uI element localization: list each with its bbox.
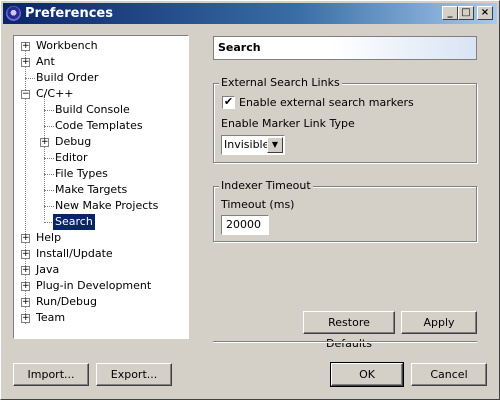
- tree-item-label: Help: [36, 231, 62, 244]
- tree-item-label: Java: [36, 263, 60, 276]
- tree-item-label: Editor: [55, 151, 88, 164]
- close-button[interactable]: ×: [477, 6, 493, 20]
- tree-item-label: Build Order: [36, 71, 99, 84]
- tree-item-label: Search: [53, 214, 95, 230]
- marker-link-type-label: Enable Marker Link Type: [221, 117, 355, 130]
- tree-item-label: Run/Debug: [36, 295, 97, 308]
- restore-defaults-button[interactable]: Restore Defaults: [303, 311, 395, 350]
- tree-item-label: Make Targets: [55, 183, 128, 196]
- apply-button[interactable]: Apply: [401, 311, 477, 334]
- tree-item-label: C/C++: [36, 87, 74, 100]
- group-label: External Search Links: [219, 76, 342, 89]
- expand-icon[interactable]: +: [21, 314, 30, 323]
- preferences-tree[interactable]: + Workbench + Ant Build Order − C/C++ Bu…: [13, 35, 189, 339]
- timeout-input[interactable]: 20000: [221, 215, 269, 235]
- tree-item-label: Team: [36, 311, 66, 324]
- expand-icon[interactable]: +: [21, 42, 30, 51]
- preferences-window: Preferences _ □ × + Workbench + Ant Buil…: [0, 0, 500, 400]
- expand-icon[interactable]: +: [21, 282, 30, 291]
- export-button[interactable]: Export...: [96, 363, 172, 386]
- expand-icon[interactable]: +: [21, 298, 30, 307]
- tree-item-label: Install/Update: [36, 247, 113, 260]
- tree-item-label: Debug: [55, 135, 92, 148]
- tree-item-label: Plug-in Development: [36, 279, 152, 292]
- group-label: Indexer Timeout: [219, 179, 313, 192]
- external-markers-checkbox[interactable]: ✔: [222, 96, 235, 109]
- cancel-button[interactable]: Cancel: [411, 363, 487, 386]
- external-markers-label: Enable external search markers: [239, 96, 414, 109]
- title-bar[interactable]: Preferences _ □ ×: [3, 3, 497, 24]
- expand-icon[interactable]: +: [21, 58, 30, 67]
- tree-child-line: [44, 94, 45, 220]
- maximize-button[interactable]: □: [458, 6, 474, 20]
- minimize-button[interactable]: _: [442, 6, 458, 20]
- page-title: Search: [213, 36, 477, 60]
- expand-icon[interactable]: +: [40, 138, 49, 147]
- tree-item-label: New Make Projects: [55, 199, 159, 212]
- ok-button[interactable]: OK: [330, 362, 404, 387]
- marker-link-type-select[interactable]: Invisible ▼: [221, 135, 285, 155]
- page-separator: [213, 341, 477, 343]
- collapse-icon[interactable]: −: [21, 90, 30, 99]
- tree-item-label: Ant: [36, 55, 55, 68]
- expand-icon[interactable]: +: [21, 234, 30, 243]
- dropdown-arrow-icon[interactable]: ▼: [267, 137, 283, 153]
- timeout-label: Timeout (ms): [221, 198, 295, 211]
- window-title: Preferences: [25, 6, 113, 21]
- import-button[interactable]: Import...: [13, 363, 89, 386]
- eclipse-app-icon: [6, 6, 21, 21]
- tree-item-label: Build Console: [55, 103, 130, 116]
- expand-icon[interactable]: +: [21, 250, 30, 259]
- select-value: Invisible: [224, 138, 270, 151]
- tree-item-label: Workbench: [36, 39, 98, 52]
- expand-icon[interactable]: +: [21, 266, 30, 275]
- tree-item-label: Code Templates: [55, 119, 143, 132]
- tree-item-label: File Types: [55, 167, 108, 180]
